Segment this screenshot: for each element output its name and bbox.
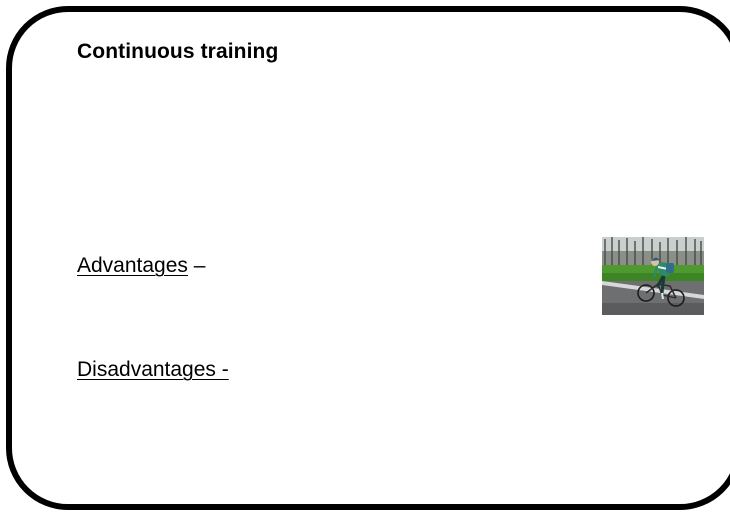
disadvantages-line: Disadvantages -: [77, 358, 229, 382]
advantages-label: Advantages: [77, 254, 188, 277]
advantages-separator: –: [187, 254, 206, 277]
advantages-line: Advantages –: [77, 254, 205, 278]
cyclist-photo: [602, 237, 704, 315]
slide-title: Continuous training: [77, 40, 279, 63]
slide-page: Continuous training Advantages – Disadva…: [0, 0, 730, 520]
disadvantages-label: Disadvantages -: [77, 358, 229, 381]
